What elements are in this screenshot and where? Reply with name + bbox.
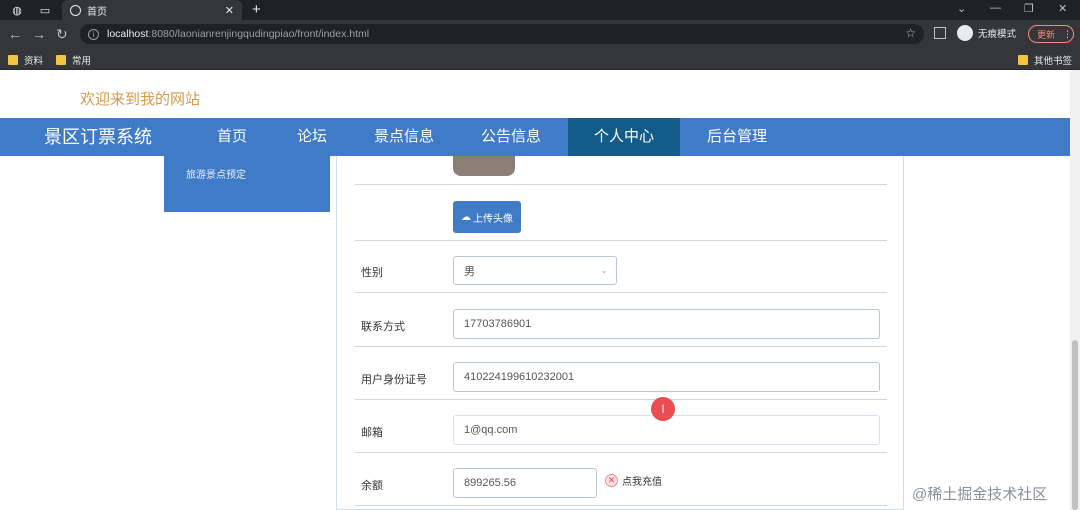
gender-value: 男 bbox=[464, 265, 475, 278]
idcard-value: 410224199610232001 bbox=[464, 371, 575, 383]
balance-field[interactable]: 899265.56 bbox=[453, 468, 597, 498]
gender-label: 性别 bbox=[361, 267, 383, 279]
incognito-label: 无痕模式 bbox=[978, 29, 1017, 40]
bookmarks-bar: 资料 常用 其他书签 bbox=[0, 48, 1080, 70]
minimize-button[interactable]: — bbox=[990, 2, 1001, 14]
divider bbox=[355, 399, 887, 400]
bookmark-label: 常用 bbox=[72, 56, 92, 67]
balance-value: 899265.56 bbox=[464, 477, 516, 489]
chevron-down-icon: ⌄ bbox=[600, 265, 608, 275]
divider bbox=[355, 346, 887, 347]
other-bookmarks-label: 其他书签 bbox=[1034, 56, 1073, 67]
email-label: 邮箱 bbox=[361, 427, 383, 439]
cursor-marker: I bbox=[651, 397, 675, 421]
watermark: @稀土掘金技术社区 bbox=[912, 486, 1048, 503]
other-bookmarks[interactable]: 其他书签 bbox=[1018, 53, 1072, 67]
nav-personal-center[interactable]: 个人中心 bbox=[568, 118, 680, 156]
balance-label: 余额 bbox=[361, 480, 383, 492]
upload-label: 上传头像 bbox=[473, 213, 513, 225]
chevron-down-icon[interactable]: ⌄ bbox=[957, 2, 966, 15]
maximize-button[interactable]: ❐ bbox=[1024, 2, 1034, 15]
globe-icon[interactable]: ◍ bbox=[10, 4, 24, 17]
profile-form: ☁ 上传头像 性别 男 ⌄ 联系方式 17703786901 用户身份证号 41… bbox=[336, 156, 904, 510]
sidemenu-item-booking[interactable]: 旅游景点预定 bbox=[186, 166, 246, 181]
divider bbox=[355, 184, 887, 185]
divider bbox=[355, 505, 887, 506]
bookmark-label: 资料 bbox=[24, 56, 44, 67]
update-button[interactable]: 更新 ⋮ bbox=[1028, 25, 1074, 43]
url-host: localhost bbox=[107, 28, 149, 40]
incognito-icon bbox=[957, 25, 973, 41]
incognito-indicator[interactable]: 无痕模式 bbox=[957, 25, 1016, 41]
side-menu: 旅游景点预定 bbox=[164, 156, 330, 212]
bookmark-folder[interactable]: 常用 bbox=[56, 53, 91, 67]
back-icon[interactable]: ← bbox=[8, 26, 22, 42]
divider bbox=[355, 452, 887, 453]
email-value: 1@qq.com bbox=[464, 424, 518, 436]
nav-admin[interactable]: 后台管理 bbox=[690, 118, 784, 156]
cloud-upload-icon: ☁ bbox=[461, 211, 471, 223]
divider bbox=[355, 292, 887, 293]
recharge-label: 点我充值 bbox=[622, 477, 662, 488]
window-close-button[interactable]: ✕ bbox=[1058, 2, 1067, 15]
nav-forum[interactable]: 论坛 bbox=[284, 118, 340, 156]
menu-dots-icon[interactable]: ⋮ bbox=[1063, 29, 1072, 40]
welcome-text: 欢迎来到我的网站 bbox=[80, 91, 201, 108]
phone-field[interactable]: 17703786901 bbox=[453, 309, 880, 339]
folder-icon bbox=[8, 55, 18, 65]
nav-home[interactable]: 首页 bbox=[204, 118, 260, 156]
nav-announcements[interactable]: 公告信息 bbox=[470, 118, 552, 156]
browser-toolbar: ← → ↻ i localhost :8080/laonianrenjingqu… bbox=[0, 20, 1080, 48]
globe-icon bbox=[70, 4, 81, 16]
folder-icon bbox=[1018, 55, 1028, 65]
browser-tabstrip: ◍ ▭ 首页 ✕ + ⌄ — ❐ ✕ bbox=[0, 0, 1080, 20]
close-circle-icon: ✕ bbox=[605, 474, 618, 487]
gender-select[interactable]: 男 ⌄ bbox=[453, 256, 617, 285]
phone-label: 联系方式 bbox=[361, 321, 405, 333]
main-navbar: 景区订票系统 首页 论坛 景点信息 公告信息 个人中心 后台管理 bbox=[0, 118, 1070, 156]
info-icon[interactable]: i bbox=[88, 28, 99, 40]
idcard-label: 用户身份证号 bbox=[361, 374, 427, 386]
folder-icon bbox=[56, 55, 66, 65]
close-icon[interactable]: ✕ bbox=[225, 4, 234, 17]
recharge-link[interactable]: ✕ 点我充值 bbox=[605, 473, 662, 488]
bookmark-folder[interactable]: 资料 bbox=[8, 53, 43, 67]
scrollbar-thumb[interactable] bbox=[1072, 340, 1078, 510]
update-label: 更新 bbox=[1037, 29, 1056, 40]
forward-icon[interactable]: → bbox=[32, 26, 46, 42]
browser-tab[interactable]: 首页 ✕ bbox=[62, 0, 242, 20]
url-path: :8080/laonianrenjingqudingpiao/front/ind… bbox=[148, 28, 370, 40]
window-icon[interactable]: ▭ bbox=[38, 4, 52, 17]
tab-title: 首页 bbox=[87, 6, 107, 18]
phone-value: 17703786901 bbox=[464, 318, 532, 330]
star-icon[interactable]: ☆ bbox=[905, 26, 916, 40]
upload-avatar-button[interactable]: ☁ 上传头像 bbox=[453, 201, 521, 233]
divider bbox=[355, 240, 887, 241]
avatar bbox=[453, 156, 515, 176]
nav-attractions[interactable]: 景点信息 bbox=[364, 118, 444, 156]
site-brand[interactable]: 景区订票系统 bbox=[44, 118, 152, 156]
address-bar[interactable]: i localhost :8080/laonianrenjingqudingpi… bbox=[80, 24, 924, 44]
new-tab-button[interactable]: + bbox=[252, 1, 261, 18]
reload-icon[interactable]: ↻ bbox=[56, 26, 68, 42]
sidepanel-icon[interactable] bbox=[934, 27, 946, 39]
idcard-field[interactable]: 410224199610232001 bbox=[453, 362, 880, 392]
